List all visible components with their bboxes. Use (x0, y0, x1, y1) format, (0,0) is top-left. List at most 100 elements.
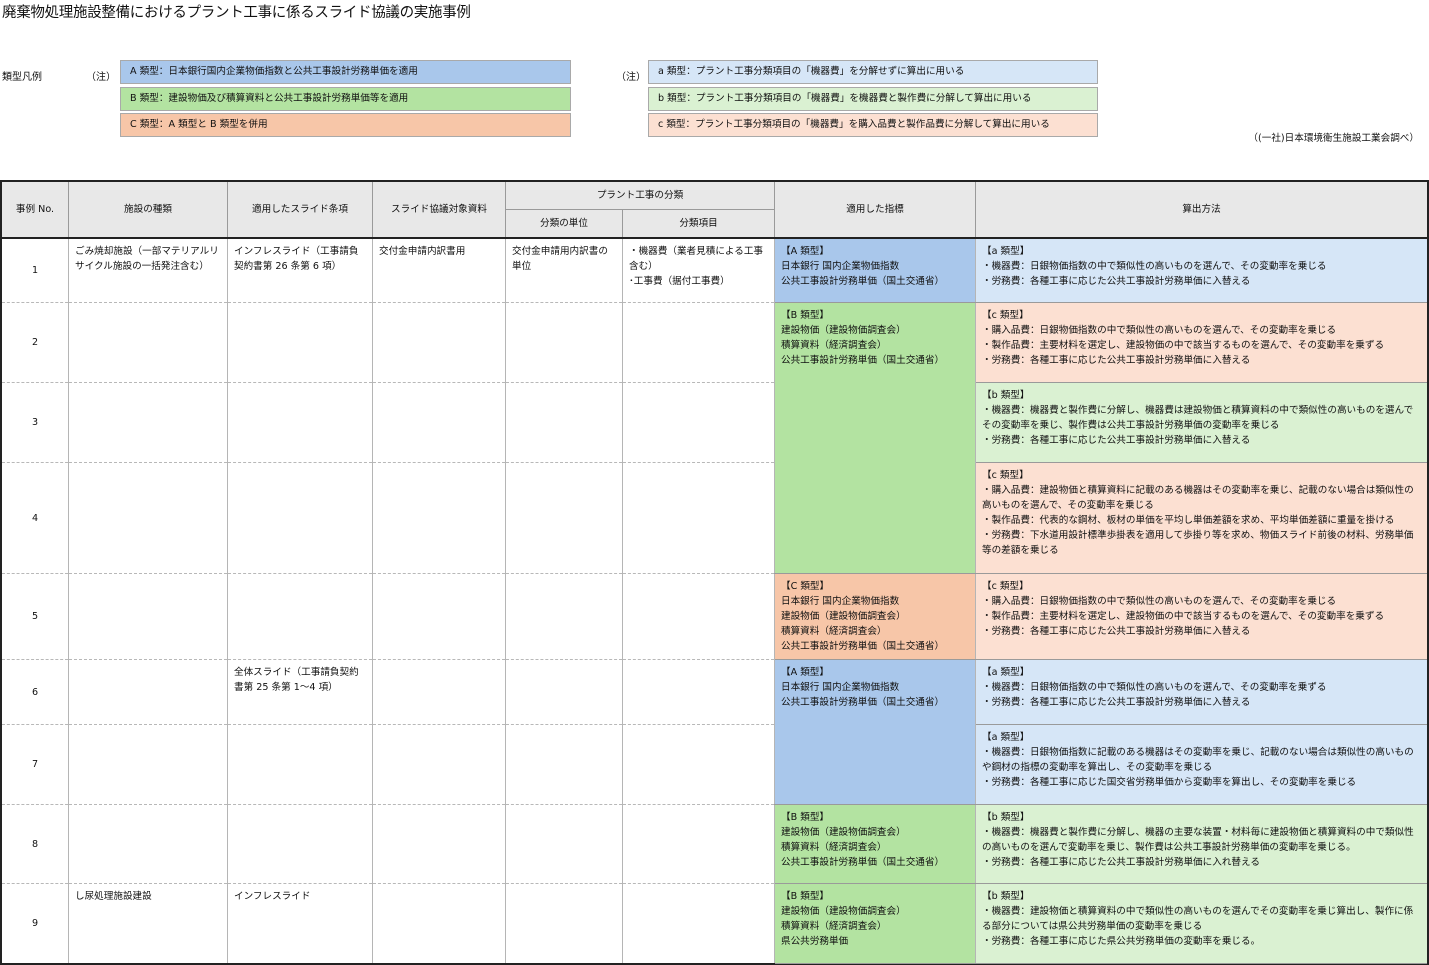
facility-cell (68, 462, 228, 574)
index-cell: 【B 類型】 建設物価（建設物価調査会） 積算資料（経済調査会） 公共工事設計労務単価… (774, 302, 976, 574)
methods.0.lines.2: ・労務費：各種工事に応じた公共工事設計労務単価に入替える (982, 275, 1251, 287)
facility-cell (68, 659, 228, 725)
methods.3.lines.1: ・購入品費：建設物価と積算資料に記載のある機器はその変動率を乗じ、記載のない場合… (982, 485, 1414, 511)
methods.2.lines.2: ・労務費：各種工事に応じた公共工事設計労務単価に入替える (982, 435, 1251, 446)
item-cell (622, 462, 775, 574)
legend-type-A: A 類型：日本銀行国内企業物価指数と公共工事設計労務単価を適用 (120, 60, 571, 84)
methods.2.lines.0: 【b 類型】 (982, 390, 1030, 401)
case-no: 4 (1, 462, 69, 574)
table-row: 6 全体スライド（工事請負契約書第 25 条第 1～4 項） 【A 類型】日本銀行 … (1, 659, 1428, 805)
clause-cell: 全体スライド（工事請負契約書第 25 条第 1～4 項） (227, 659, 373, 725)
clause-cell (227, 573, 373, 660)
methods.8.lines.1: ・機器費：建設物価と積算資料の中で類似性の高いものを選んでその変動率を乗じ算出し… (982, 906, 1414, 932)
table-row: 2 【B 類型】 建設物価（建設物価調査会） 積算資料（経済調査会） 公共工事設計労務単… (1, 302, 1428, 574)
header-no: 事例 No. (1, 181, 69, 238)
legend-type-C: C 類型：A 類型と B 類型を併用 (120, 113, 571, 137)
header-item: 分類項目 (622, 209, 775, 238)
methods.4.lines.1: ・購入品費：日銀物価指数の中で類似性の高いものを選んで、その変動率を乗じる (982, 596, 1337, 607)
table-row: 8 【B 類型】 建設物価（建設物価調査会） 積算資料（経済調査会） 公共工事設計労務単… (1, 804, 1428, 884)
facility-cell (68, 573, 228, 660)
index-cell: 【A 類型】 日本銀行 国内企業物価指数 公共工事設計労務単価（国土交通省） (774, 236, 976, 303)
methods.4.lines.3: ・労務費：各種工事に応じた公共工事設計労務単価に入替える (982, 626, 1251, 637)
facility-cell: し尿処理施設建設 (68, 883, 228, 965)
header-index: 適用した指標 (774, 181, 976, 238)
methods.8.lines.0: 【b 類型】 (982, 891, 1030, 902)
legend-type-c: c 類型：プラント工事分類項目の「機器費」を購入品費と製作品費に分解して算出に用… (648, 113, 1098, 137)
methods.1.lines.0: 【c 類型】 (982, 310, 1029, 321)
header-method: 算出方法 (975, 181, 1428, 238)
facility-cell (68, 302, 228, 383)
indices.1.lines.1: 建設物価（建設物価調査会） (781, 325, 906, 336)
table-body: 1 ごみ焼却施設（一部マテリアルリサイクル施設の一括発注含む） インフレスライド（工… (1, 236, 1428, 965)
material-cell (372, 883, 506, 965)
material-cell (372, 382, 506, 463)
material-cell (372, 462, 506, 574)
methods.6.lines.2: ・労務費：各種工事に応じた国交省労務単価から変動率を算出し、その変動率を乗じる (982, 777, 1357, 788)
case-no: 5 (1, 573, 69, 660)
table-row: 3 【b 類型】 ・機器費：機器費と製作費に分解し、機器費は建設物価と積算資料の中で… (1, 382, 1428, 463)
legend-type-a: a 類型：プラント工事分類項目の「機器費」を分解せずに算出に用いる (648, 60, 1098, 84)
case-no: 3 (1, 382, 69, 463)
item-cell (622, 382, 775, 463)
header-material: スライド協議対象資料 (372, 181, 506, 238)
method-cell: 【a 類型】 ・機器費：日銀物価指数に記載のある機器はその変動率を乗じ、記載のない… (975, 724, 1428, 805)
rows.0.items.0: ・機器費（業者見積による工事含む） (629, 245, 764, 272)
methods.1.lines.3: ・労務費：各種工事に応じた公共工事設計労務単価に入替える (982, 355, 1251, 366)
case-no: 7 (1, 724, 69, 805)
case-no: 9 (1, 883, 69, 965)
methods.3.lines.3: ・労務費：下水道用設計標準歩掛表を適用して歩掛り等を求め、物価スライド前後の材料… (982, 530, 1414, 556)
methods.1.lines.2: ・製作品費：主要材料を選定し、建設物価の中で該当するものを選んで、その変動率を乗… (982, 340, 1385, 351)
indices.3.lines.0: 【A 類型】 (781, 667, 829, 678)
methods.1.lines.1: ・購入品費：日銀物価指数の中で類似性の高いものを選んで、その変動率を乗じる (982, 325, 1337, 336)
unit-cell (505, 573, 623, 660)
legend-type-b: b 類型：プラント工事分類項目の「機器費」を機器費と製作費に分解して算出に用いる (648, 87, 1098, 111)
header-plant: プラント工事の分類 (505, 181, 775, 210)
clause-cell (227, 382, 373, 463)
unit-cell (505, 883, 623, 965)
legend-note-right: （注） (616, 72, 646, 83)
methods.7.lines.2: ・労務費：各種工事に応じた公共工事設計労務単価に入れ替える (982, 857, 1260, 868)
indices.5.lines.2: 積算資料（経済調査会） (781, 921, 887, 932)
material-cell (372, 573, 506, 660)
indices.1.lines.2: 積算資料（経済調査会） (781, 340, 887, 351)
facility-cell (68, 382, 228, 463)
unit-cell (505, 382, 623, 463)
indices.0.lines.1: 日本銀行 国内企業物価指数 (781, 260, 900, 272)
method-cell: 【a 類型】 ・機器費：日銀物価指数の中で類似性の高いものを選んで、その変動率を乗… (975, 659, 1428, 725)
clause-cell (227, 724, 373, 805)
methods.6.lines.1: ・機器費：日銀物価指数に記載のある機器はその変動率を乗じ、記載のない場合は類似性… (982, 747, 1414, 773)
indices.4.lines.1: 建設物価（建設物価調査会） (781, 827, 906, 838)
method-cell: 【b 類型】・機器費：建設物価と積算資料の中で類似性の高いものを選んでその変動率… (975, 883, 1428, 964)
header-clause: 適用したスライド条項 (227, 181, 373, 238)
item-cell (622, 804, 775, 884)
indices.1.lines.3: 公共工事設計労務単価（国土交通省） (781, 355, 945, 366)
table-row: 7 【a 類型】 ・機器費：日銀物価指数に記載のある機器はその変動率を乗じ、記載のな… (1, 724, 1428, 805)
methods.5.lines.2: ・労務費：各種工事に応じた公共工事設計労務単価に入替える (982, 697, 1251, 708)
unit-cell (505, 462, 623, 574)
material-cell (372, 302, 506, 383)
indices.3.lines.1: 日本銀行 国内企業物価指数 (781, 682, 900, 693)
indices.0.lines.0: 【A 類型】 (781, 245, 829, 257)
methods.3.lines.2: ・製作品費：代表的な鋼材、板材の単価を平均し単価差額を求め、平均単価差額に重量を… (982, 515, 1395, 526)
material-cell (372, 659, 506, 725)
methods.4.lines.0: 【c 類型】 (982, 581, 1029, 592)
index-cell: 【B 類型】 建設物価（建設物価調査会） 積算資料（経済調査会） 県公共労務単価 (774, 883, 976, 964)
clause-cell: インフレスライド (227, 883, 373, 965)
indices.2.lines.3: 積算資料（経済調査会） (781, 626, 887, 637)
method-cell: 【c 類型】・購入品費：日銀物価指数の中で類似性の高いものを選んで、その変動率を… (975, 302, 1428, 383)
header-facility: 施設の種類 (68, 181, 228, 238)
methods.7.lines.0: 【b 類型】 (982, 812, 1030, 823)
material-cell: 交付金申請内訳書用 (372, 236, 506, 303)
material-cell (372, 804, 506, 884)
legend-type-B: B 類型：建設物価及び積算資料と公共工事設計労務単価等を適用 (120, 87, 571, 111)
indices.5.lines.1: 建設物価（建設物価調査会） (781, 906, 906, 917)
unit-cell: 交付金申請用内訳書の単位 (505, 236, 623, 303)
case-no: 6 (1, 659, 69, 725)
indices.2.lines.0: 【C 類型】 (781, 581, 830, 592)
header-unit: 分類の単位 (505, 209, 623, 238)
indices.2.lines.2: 建設物価（建設物価調査会） (781, 611, 906, 622)
methods.0.lines.0: 【a 類型】 (982, 245, 1030, 257)
index-cell: 【C 類型】 日本銀行 国内企業物価指数 建設物価（建設物価調査会） 積算資料（経済調… (774, 573, 976, 660)
clause-cell: インフレスライド（工事請負契約書第 26 条第 6 項） (227, 236, 373, 303)
clause-cell (227, 462, 373, 574)
